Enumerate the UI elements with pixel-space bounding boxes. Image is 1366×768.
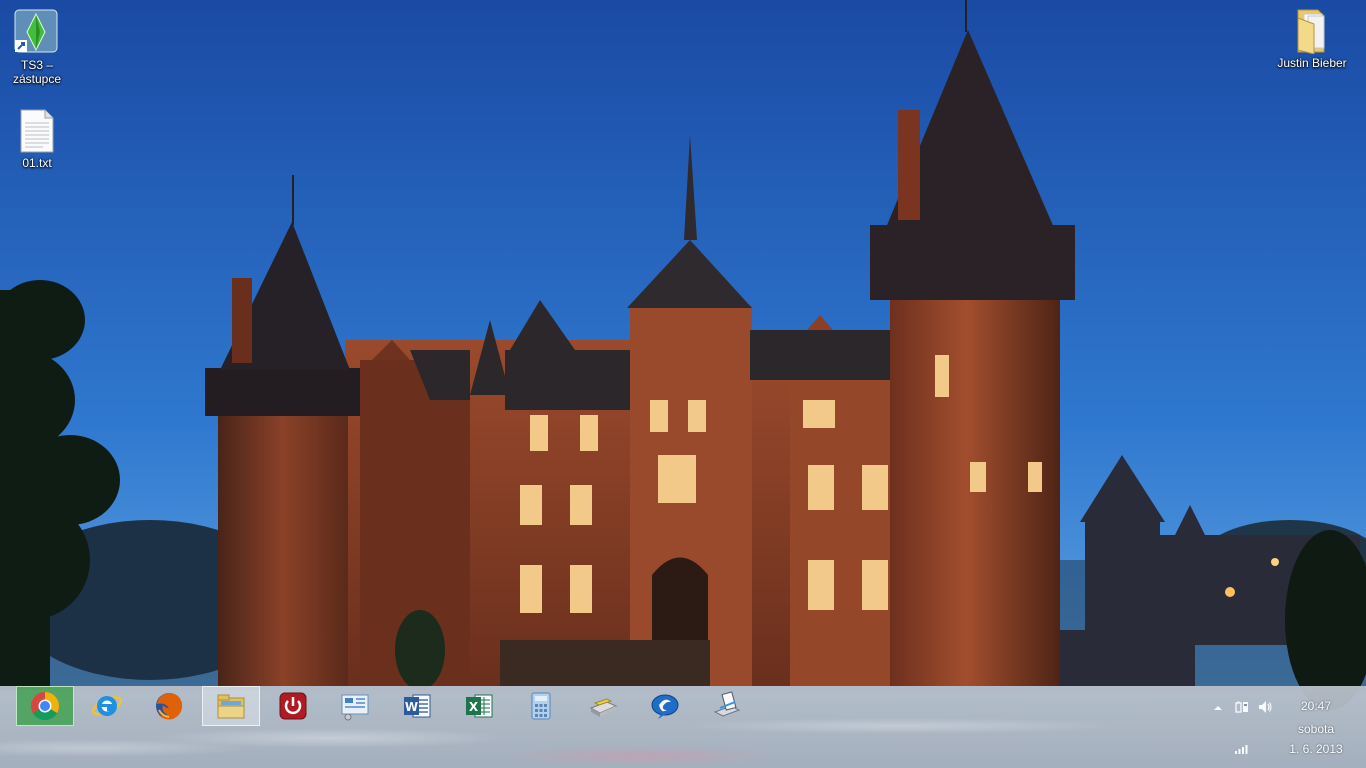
taskbar: W X 20:47 sobota 1. 6. 2013	[0, 686, 1366, 768]
taskbar-button-internet-explorer[interactable]	[78, 686, 136, 726]
speaker-icon[interactable]	[1257, 699, 1273, 715]
taskbar-button-cyberlink[interactable]	[636, 686, 694, 726]
word-icon: W	[404, 694, 431, 718]
taskbar-button-chrome[interactable]	[16, 686, 74, 726]
clock-time[interactable]: 20:47	[1281, 699, 1351, 713]
taskbar-button-calculator[interactable]	[512, 686, 570, 726]
desktop-icon-label: TS3 – zástupce	[12, 58, 62, 86]
taskbar-button-control-panel[interactable]	[326, 686, 384, 726]
power-icon	[279, 692, 307, 720]
chrome-icon	[30, 691, 59, 721]
taskbar-button-firefox[interactable]	[140, 686, 198, 726]
svg-text:W: W	[405, 700, 418, 714]
desktop-icon-label: Justin Bieber	[1277, 56, 1347, 70]
taskbar-button-word[interactable]: W	[388, 686, 446, 726]
control-panel-icon	[341, 694, 369, 721]
scan-document-icon	[713, 691, 741, 717]
desktop-icon-justin-bieber-folder[interactable]: Justin Bieber	[1272, 6, 1352, 70]
text-file-icon	[13, 108, 61, 154]
clock-day[interactable]: sobota	[1281, 722, 1351, 736]
firefox-icon	[156, 693, 183, 720]
taskbar-button-excel[interactable]: X	[450, 686, 508, 726]
cyberlink-icon	[651, 694, 679, 719]
svg-text:X: X	[469, 700, 479, 714]
taskbar-button-shutdown[interactable]	[264, 686, 322, 726]
sims3-shortcut-icon	[13, 8, 61, 56]
desktop-icon-01-txt[interactable]: 01.txt	[0, 108, 74, 170]
desktop-icon-ts3[interactable]: TS3 – zástupce	[0, 8, 74, 86]
excel-icon: X	[466, 694, 493, 718]
taskbar-button-scan-document[interactable]	[698, 686, 756, 726]
file-explorer-icon	[217, 694, 245, 719]
folder-icon	[1288, 6, 1336, 55]
scanner-icon	[589, 698, 618, 717]
taskbar-button-file-explorer[interactable]	[202, 686, 260, 726]
signal-bars-icon[interactable]	[1234, 740, 1250, 756]
show-hidden-icons-chevron[interactable]	[1210, 700, 1226, 716]
power-battery-icon[interactable]	[1234, 699, 1250, 715]
calculator-icon	[531, 692, 551, 720]
clock-date[interactable]: 1. 6. 2013	[1281, 742, 1351, 756]
internet-explorer-icon	[91, 696, 123, 716]
taskbar-button-scanner[interactable]	[574, 686, 632, 726]
desktop-icon-label: 01.txt	[22, 156, 52, 170]
desktop-wallpaper	[0, 0, 1366, 768]
